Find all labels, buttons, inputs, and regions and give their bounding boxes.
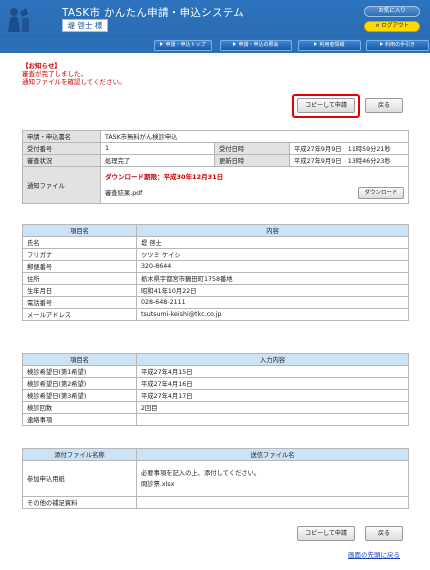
table-row: 検診希望日(第3希望) 平成27年4月17日 <box>22 389 409 402</box>
nav-label: 申請・申込の照会 <box>238 42 279 48</box>
copy-and-apply-button-top[interactable]: コピーして申請 <box>297 98 355 113</box>
logout-button[interactable]: × ログアウト <box>364 21 420 32</box>
profile-value: ツツミ ケイシ <box>136 248 409 261</box>
user-name-badge: 堤 啓士 様 <box>62 19 108 32</box>
back-button-top[interactable]: 戻る <box>365 98 403 113</box>
nav-arrow-icon <box>233 42 237 46</box>
attachment-col-name: 添付ファイル名称 <box>22 448 137 461</box>
attachment-label: 参加申込用紙 <box>22 460 137 497</box>
download-deadline: ダウンロード期限：平成30年12月31日 <box>105 173 224 181</box>
profile-label: 氏名 <box>22 236 137 249</box>
attachment-file-cell <box>136 496 409 509</box>
nav-arrow-icon <box>379 42 383 46</box>
table-row: 参加申込用紙 必要事項を記入の上、添付してください。 問診票.xlsx <box>22 460 409 497</box>
notice-line: 審査が完了しました。 <box>22 70 87 78</box>
notice-file-cell: ダウンロード期限：平成30年12月31日 審査結果.pdf ダウンロード <box>100 166 409 204</box>
updated-datetime-value: 平成27年9月9日 13時46分23秒 <box>289 154 409 167</box>
nav-label: 利用の手引き <box>384 42 415 48</box>
input-label: 検診回数 <box>22 401 137 414</box>
receipt-number-label: 受付番号 <box>22 142 101 155</box>
input-value: 2回目 <box>136 401 409 414</box>
receipt-number-value: 1 <box>100 142 215 155</box>
nav-label: 利用者情報 <box>319 42 345 48</box>
nav-arrow-icon <box>314 42 318 46</box>
attachment-col-file: 送信ファイル名 <box>136 448 409 461</box>
table-row: フリガナ ツツミ ケイシ <box>22 248 409 261</box>
profile-label: 郵便番号 <box>22 260 137 273</box>
profile-value: 320-8644 <box>136 260 409 273</box>
profile-value: 028-648-2111 <box>136 296 409 309</box>
table-row: 生年月日 昭和41年10月22日 <box>22 284 409 297</box>
copy-and-apply-button-bottom[interactable]: コピーして申請 <box>297 526 355 541</box>
updated-datetime-label: 更新日時 <box>214 154 290 167</box>
review-status-value: 処理完了 <box>100 154 215 167</box>
receipt-datetime-value: 平成27年9月9日 11時59分21秒 <box>289 142 409 155</box>
input-col-item: 項目名 <box>22 353 137 366</box>
back-to-top-link[interactable]: 画面の先頭に戻る <box>348 549 400 559</box>
system-title: TASK市 かんたん申請・申込システム <box>62 7 245 19</box>
table-row: 郵便番号 320-8644 <box>22 260 409 273</box>
table-row: メールアドレス tsutsumi-keishi@tkc.co.jp <box>22 308 409 321</box>
profile-col-content: 内容 <box>136 224 409 237</box>
notice-message: 【お知らせ】 審査が完了しました。 通知ファイルを確認してください。 <box>22 62 126 86</box>
favorites-button[interactable]: お気に入り <box>364 6 420 17</box>
input-value <box>136 413 409 426</box>
app-header: TASK市 かんたん申請・申込システム 堤 啓士 様 お気に入り × ログアウト… <box>0 0 430 53</box>
table-row: 連絡事項 <box>22 413 409 426</box>
review-status-label: 審査状況 <box>22 154 101 167</box>
back-button-bottom[interactable]: 戻る <box>365 526 403 541</box>
attachment-file-cell: 必要事項を記入の上、添付してください。 問診票.xlsx <box>136 460 409 497</box>
input-value: 平成27年4月16日 <box>136 377 409 390</box>
logo-figure-icon <box>8 8 29 32</box>
table-row: 検診回数 2回目 <box>22 401 409 414</box>
attachment-file-name: 問診票.xlsx <box>141 480 175 488</box>
input-content-table: 項目名 入力内容 検診希望日(第1希望) 平成27年4月15日 検診希望日(第2… <box>22 353 409 426</box>
table-row: 電話番号 028-648-2111 <box>22 296 409 309</box>
profile-label: メールアドレス <box>22 308 137 321</box>
input-value: 平成27年4月15日 <box>136 365 409 378</box>
input-label: 検診希望日(第2希望) <box>22 377 137 390</box>
table-row: その他の補足資料 <box>22 496 409 509</box>
attachment-label: その他の補足資料 <box>22 496 137 509</box>
notice-file-label: 通知ファイル <box>22 166 101 204</box>
profile-label: 生年月日 <box>22 284 137 297</box>
profile-col-item: 項目名 <box>22 224 137 237</box>
receipt-datetime-label: 受付日時 <box>214 142 290 155</box>
profile-value: 堤 啓士 <box>136 236 409 249</box>
nav-user-guide[interactable]: 利用の手引き <box>366 40 429 51</box>
profile-value: 栃木県宇都宮市鶴田町1758番地 <box>136 272 409 285</box>
input-label: 検診希望日(第1希望) <box>22 365 137 378</box>
profile-value: tsutsumi-keishi@tkc.co.jp <box>136 308 409 321</box>
nav-arrow-icon <box>160 42 164 46</box>
application-name-value: TASK市無料がん検診申込 <box>100 130 409 143</box>
nav-application-inquiry[interactable]: 申請・申込の照会 <box>220 40 292 51</box>
table-row: 氏名 堤 啓士 <box>22 236 409 249</box>
input-label: 検診希望日(第3希望) <box>22 389 137 402</box>
profile-label: 電話番号 <box>22 296 137 309</box>
input-value: 平成27年4月17日 <box>136 389 409 402</box>
table-row: 検診希望日(第2希望) 平成27年4月16日 <box>22 377 409 390</box>
attachment-table: 添付ファイル名称 送信ファイル名 参加申込用紙 必要事項を記入の上、添付してくだ… <box>22 448 409 509</box>
profile-label: フリガナ <box>22 248 137 261</box>
profile-value: 昭和41年10月22日 <box>136 284 409 297</box>
notice-title: 【お知らせ】 <box>22 62 61 70</box>
table-row: 住所 栃木県宇都宮市鶴田町1758番地 <box>22 272 409 285</box>
attachment-note: 必要事項を記入の上、添付してください。 <box>141 469 261 477</box>
profile-table: 項目名 内容 氏名 堤 啓士 フリガナ ツツミ ケイシ 郵便番号 320-864… <box>22 224 409 321</box>
input-col-content: 入力内容 <box>136 353 409 366</box>
profile-label: 住所 <box>22 272 137 285</box>
download-button[interactable]: ダウンロード <box>358 187 404 199</box>
nav-application-top[interactable]: 申請・申込トップ <box>154 40 212 51</box>
table-row: 検診希望日(第1希望) 平成27年4月15日 <box>22 365 409 378</box>
application-name-label: 申請・申込書名 <box>22 130 101 143</box>
nav-user-info[interactable]: 利用者情報 <box>298 40 361 51</box>
application-info-table: 申請・申込書名 TASK市無料がん検診申込 受付番号 1 受付日時 平成27年9… <box>22 130 409 204</box>
notice-line: 通知ファイルを確認してください。 <box>22 78 126 86</box>
input-label: 連絡事項 <box>22 413 137 426</box>
nav-label: 申請・申込トップ <box>165 42 206 48</box>
